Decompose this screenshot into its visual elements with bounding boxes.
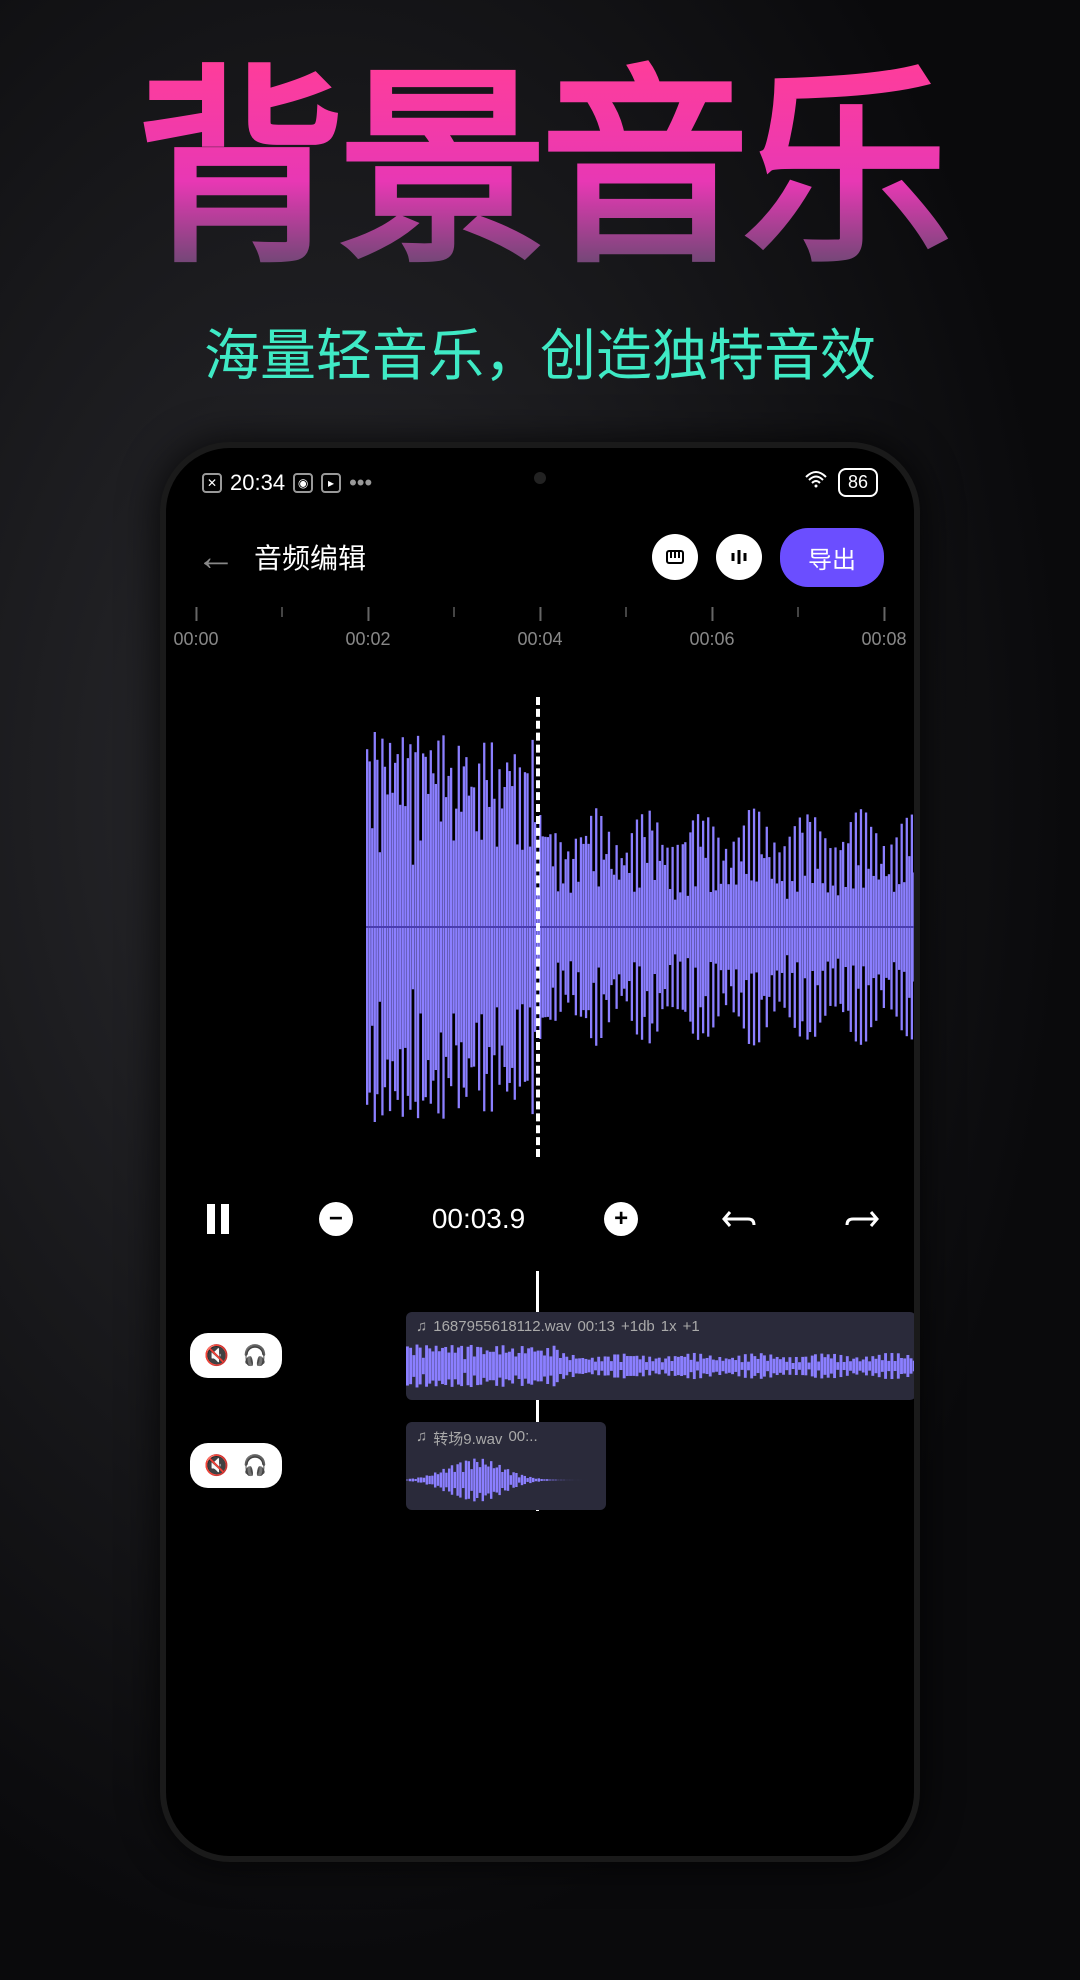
track-row: 🔇 🎧 ♫ 1687955618112.wav 00:13 +1db 1x +1 [166, 1311, 914, 1401]
clip-pitch: +1 [683, 1318, 700, 1335]
ruler-tick: 00:06 [689, 607, 734, 650]
waveform-icon[interactable] [716, 534, 762, 580]
back-icon[interactable]: ← [196, 535, 236, 580]
battery-indicator: 86 [838, 468, 878, 497]
track-row: 🔇 🎧 ♫ 转场9.wav 00:.. [166, 1421, 914, 1511]
ruler-tick: 00:04 [517, 607, 562, 650]
phone-notch [534, 472, 546, 484]
clip-gain: +1db [621, 1318, 655, 1335]
clip-duration: 00:.. [508, 1428, 537, 1449]
track-list: 🔇 🎧 ♫ 1687955618112.wav 00:13 +1db 1x +1… [166, 1271, 914, 1511]
headphone-icon[interactable]: 🎧 [243, 1343, 268, 1368]
main-waveform[interactable] [166, 697, 914, 1157]
music-note-icon: ♫ [416, 1428, 427, 1449]
piano-icon[interactable] [652, 534, 698, 580]
redo-button[interactable] [840, 1197, 884, 1241]
zoom-out-button[interactable]: − [319, 1202, 353, 1236]
hero-subtitle: 海量轻音乐，创造独特音效 [0, 311, 1080, 392]
clip-filename: 1687955618112.wav [433, 1318, 571, 1335]
zoom-in-button[interactable]: + [604, 1202, 638, 1236]
headphone-icon[interactable]: 🎧 [243, 1453, 268, 1478]
mute-icon[interactable]: 🔇 [204, 1343, 229, 1368]
clip-duration: 00:13 [577, 1318, 615, 1335]
export-button[interactable]: 导出 [780, 528, 884, 587]
undo-button[interactable] [717, 1197, 761, 1241]
track-controls: 🔇 🎧 [190, 1333, 282, 1378]
ruler-tick: 00:00 [173, 607, 218, 650]
audio-clip[interactable]: ♫ 转场9.wav 00:.. [406, 1422, 606, 1510]
timeline-ruler[interactable]: 00:00 00:02 00:04 00:06 00:08 [166, 607, 914, 667]
status-more-icon: ••• [349, 470, 372, 496]
transport-bar: − 00:03.9 + [166, 1157, 914, 1271]
playhead[interactable] [536, 697, 540, 1157]
record-icon: ◉ [293, 473, 313, 493]
track-controls: 🔇 🎧 [190, 1443, 282, 1488]
wifi-icon [804, 468, 828, 498]
ruler-tick: 00:02 [345, 607, 390, 650]
play-status-icon: ▸ [321, 473, 341, 493]
close-status-icon: ✕ [202, 473, 222, 493]
pause-button[interactable] [196, 1197, 240, 1241]
mute-icon[interactable]: 🔇 [204, 1453, 229, 1478]
audio-clip[interactable]: ♫ 1687955618112.wav 00:13 +1db 1x +1 [406, 1312, 916, 1400]
music-note-icon: ♫ [416, 1318, 427, 1335]
hero-title: 背景音乐 [0, 60, 1080, 281]
page-title: 音频编辑 [254, 537, 634, 577]
phone-frame: ✕ 20:34 ◉ ▸ ••• 86 ← 音频编辑 导出 00:0000:020… [160, 442, 920, 1862]
status-time: 20:34 [230, 470, 285, 496]
clip-speed: 1x [661, 1318, 677, 1335]
clip-filename: 转场9.wav [433, 1428, 502, 1449]
ruler-tick: 00:08 [861, 607, 906, 650]
app-header: ← 音频编辑 导出 [166, 498, 914, 607]
time-display: 00:03.9 [432, 1203, 525, 1235]
